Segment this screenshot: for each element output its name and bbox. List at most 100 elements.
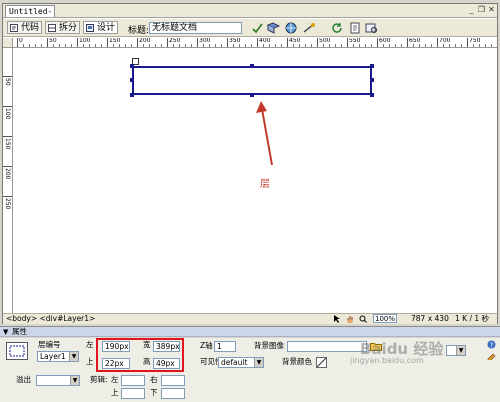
ruler-minor-tick (245, 44, 246, 47)
hand-tool-icon[interactable] (346, 315, 354, 326)
ruler-minor-tick (173, 44, 174, 47)
ruler-minor-tick (401, 44, 402, 47)
dropdown-arrow-icon: ▼ (254, 358, 263, 367)
overflow-select[interactable]: ▼ (36, 375, 80, 386)
ruler-minor-tick (35, 44, 36, 47)
preview-browser-icon[interactable] (285, 22, 298, 34)
resize-handle-se[interactable] (370, 93, 374, 97)
validate-icon[interactable] (251, 22, 264, 34)
ruler-minor-tick (335, 44, 336, 47)
code-view-label: 代码 (21, 23, 40, 33)
ruler-minor-tick (425, 44, 426, 47)
split-view-label: 拆分 (59, 23, 78, 33)
split-view-icon (48, 24, 56, 32)
ruler-minor-tick (311, 44, 312, 47)
visual-aids-icon[interactable] (365, 22, 378, 34)
zoom-tool-icon[interactable] (359, 315, 367, 326)
ruler-minor-tick (413, 44, 414, 47)
background-image-input[interactable] (287, 341, 367, 352)
ruler-minor-tick (203, 44, 204, 47)
clip-label: 剪辑: (90, 375, 108, 384)
background-image-label: 背景图像 (254, 341, 284, 350)
code-view-button[interactable]: 代码 (7, 21, 43, 34)
resize-handle-e[interactable] (370, 78, 374, 82)
ruler-minor-tick (371, 44, 372, 47)
quick-tag-editor-icon[interactable] (487, 351, 496, 363)
ruler-tick (77, 38, 78, 47)
ruler-minor-tick (419, 44, 420, 47)
layer-id-value: Layer1 (40, 352, 66, 361)
ruler-tick (167, 38, 168, 47)
properties-panel-header[interactable]: ▼ 属性 (0, 326, 500, 337)
ruler-minor-tick (119, 44, 120, 47)
view-options-icon[interactable] (303, 22, 316, 34)
ruler-tick-label: 100 (4, 108, 11, 120)
resize-handle-n[interactable] (250, 64, 254, 68)
class-select[interactable]: ▼ (446, 345, 466, 356)
ruler-corner (3, 38, 13, 48)
close-icon[interactable]: ✕ (487, 5, 496, 14)
ruler-minor-tick (473, 44, 474, 47)
ruler-minor-tick (449, 44, 450, 47)
clip-left-input[interactable] (121, 375, 145, 386)
clip-right-input[interactable] (161, 375, 185, 386)
resize-handle-ne[interactable] (370, 64, 374, 68)
ruler-tick (407, 38, 408, 47)
ruler-minor-tick (299, 44, 300, 47)
minimize-icon[interactable]: _ (467, 5, 476, 14)
window-size-info[interactable]: 787 x 430 (411, 314, 449, 324)
clip-bottom-label: 下 (150, 388, 158, 397)
restore-icon[interactable]: ❐ (477, 5, 486, 14)
z-index-input[interactable]: 1 (214, 341, 236, 352)
resize-handle-w[interactable] (130, 78, 134, 82)
overflow-label: 溢出 (16, 375, 31, 384)
ruler-minor-tick (233, 44, 234, 47)
visibility-select[interactable]: default ▼ (218, 357, 264, 368)
ruler-minor-tick (71, 44, 72, 47)
document-tab[interactable]: Untitled-1* (5, 5, 55, 27)
file-manage-icon[interactable] (266, 22, 281, 34)
ruler-tick (257, 38, 258, 47)
document-window: Untitled-1* _ ❐ ✕ 代码 拆分 设计 标题: 无标题文档 (2, 3, 498, 324)
zoom-select[interactable]: 100% (373, 314, 397, 323)
design-view-label: 设计 (97, 23, 116, 33)
page-properties-icon[interactable] (349, 22, 362, 34)
design-view-button[interactable]: 设计 (83, 21, 119, 34)
resize-handle-sw[interactable] (130, 93, 134, 97)
tag-selector[interactable]: <body> <div#Layer1> (6, 314, 95, 324)
document-toolbar: 代码 拆分 设计 标题: 无标题文档 (3, 19, 497, 37)
clip-top-label: 上 (111, 388, 119, 397)
ruler-tick (467, 38, 468, 47)
ruler-minor-tick (239, 44, 240, 47)
ruler-minor-tick (59, 44, 60, 47)
layer-box[interactable] (132, 66, 372, 95)
clip-bottom-input[interactable] (161, 388, 185, 399)
background-color-swatch[interactable] (316, 357, 327, 368)
ruler-minor-tick (101, 44, 102, 47)
background-color-label: 背景颜色 (282, 357, 312, 366)
ruler-tick (107, 38, 108, 47)
split-view-button[interactable]: 拆分 (45, 21, 81, 34)
ruler-tick-label: 50 (4, 78, 11, 86)
ruler-minor-tick (209, 44, 210, 47)
clip-top-input[interactable] (121, 388, 145, 399)
ruler-minor-tick (65, 44, 66, 47)
ruler-minor-tick (359, 44, 360, 47)
ruler-minor-tick (131, 44, 132, 47)
document-tab-bar: Untitled-1* _ ❐ ✕ (3, 4, 497, 27)
resize-handle-nw[interactable] (130, 64, 134, 68)
select-tool-icon[interactable] (333, 315, 341, 326)
layer-id-select[interactable]: Layer1 ▼ (37, 351, 79, 362)
ruler-minor-tick (491, 44, 492, 47)
design-canvas[interactable]: 层 (14, 49, 497, 315)
ruler-minor-tick (263, 44, 264, 47)
ruler-minor-tick (185, 44, 186, 47)
ruler-tick-label: 250 (4, 198, 11, 210)
ruler-minor-tick (215, 44, 216, 47)
ruler-minor-tick (53, 44, 54, 47)
collapse-arrow-icon[interactable]: ▼ (3, 327, 8, 337)
ruler-minor-tick (305, 44, 306, 47)
title-input[interactable]: 无标题文档 (149, 22, 242, 34)
layer-type-icon (6, 342, 28, 363)
refresh-icon[interactable] (331, 22, 344, 34)
